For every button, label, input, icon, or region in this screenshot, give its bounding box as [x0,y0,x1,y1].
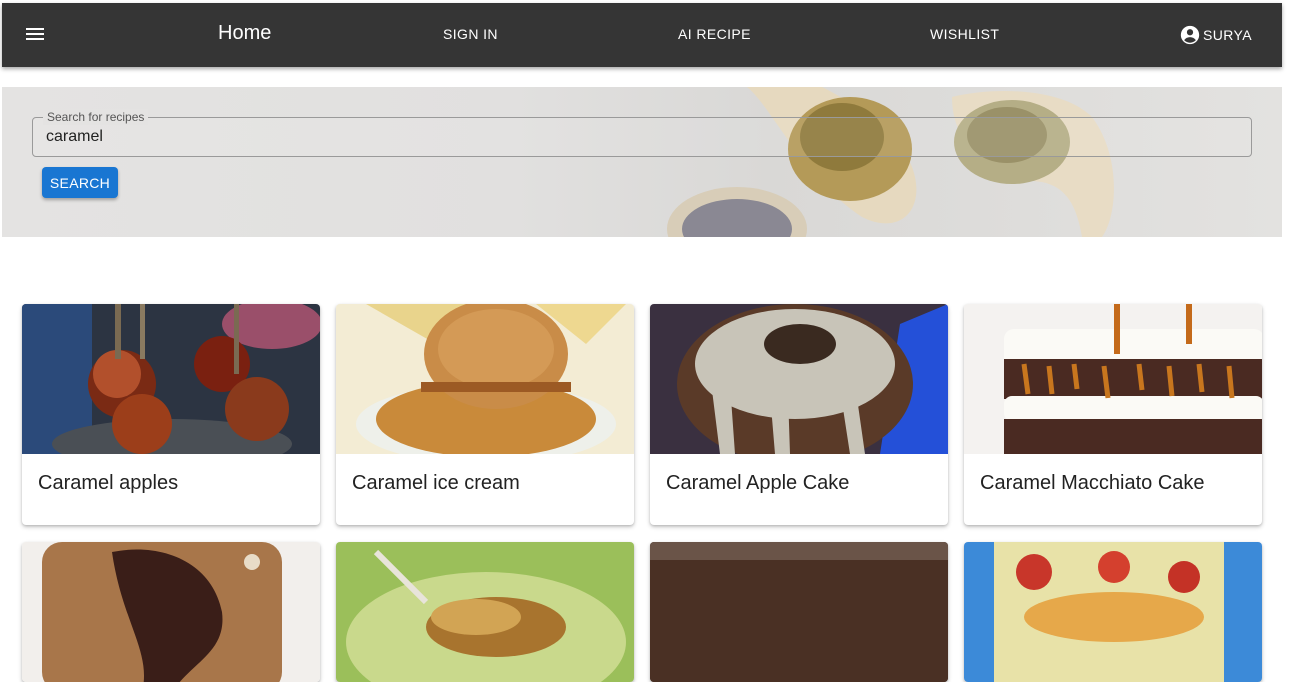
nav-home[interactable]: Home [218,22,271,45]
recipe-image [22,542,320,682]
recipe-title: Caramel Macchiato Cake [980,472,1205,494]
recipe-title: Caramel apples [38,472,179,494]
nav-wishlist[interactable]: WISHLIST [930,26,999,42]
nav-sign-in[interactable]: SIGN IN [443,26,498,42]
search-field: Search for recipes [32,109,1252,157]
app-bar: Home SIGN IN AI RECIPE WISHLIST SURYA [2,3,1282,67]
menu-icon[interactable] [24,25,46,45]
recipe-title: Caramel ice cream [352,472,520,494]
recipe-image [964,542,1262,682]
recipe-card-caramel-apples[interactable]: Caramel apples [22,304,320,525]
caramel-ice-cream-image [336,304,634,454]
herb-spoons-background [667,87,1114,237]
caramel-apples-image [22,304,320,454]
caramel-apple-cake-image [650,304,948,454]
recipe-card-caramel-macchiato-cake[interactable]: Caramel Macchiato Cake [964,304,1262,525]
recipe-card[interactable] [964,542,1262,682]
recipe-card[interactable] [22,542,320,682]
search-hero: Search for recipes SEARCH [2,87,1282,237]
recipe-card-caramel-apple-cake[interactable]: Caramel Apple Cake [650,304,948,525]
recipe-card[interactable] [650,542,948,682]
recipe-card-caramel-ice-cream[interactable]: Caramel ice cream [336,304,634,525]
search-button[interactable]: SEARCH [42,167,118,198]
nav-ai-recipe[interactable]: AI RECIPE [678,26,751,42]
recipe-title: Caramel Apple Cake [666,472,850,494]
search-label: Search for recipes [43,109,149,125]
user-name: SURYA [1203,27,1252,43]
user-menu[interactable]: SURYA [1179,24,1252,46]
recipe-image [650,542,948,682]
account-circle-icon [1180,25,1200,45]
caramel-macchiato-cake-image [964,304,1262,454]
search-input[interactable] [46,126,1226,148]
recipe-card[interactable] [336,542,634,682]
recipe-image [336,542,634,682]
